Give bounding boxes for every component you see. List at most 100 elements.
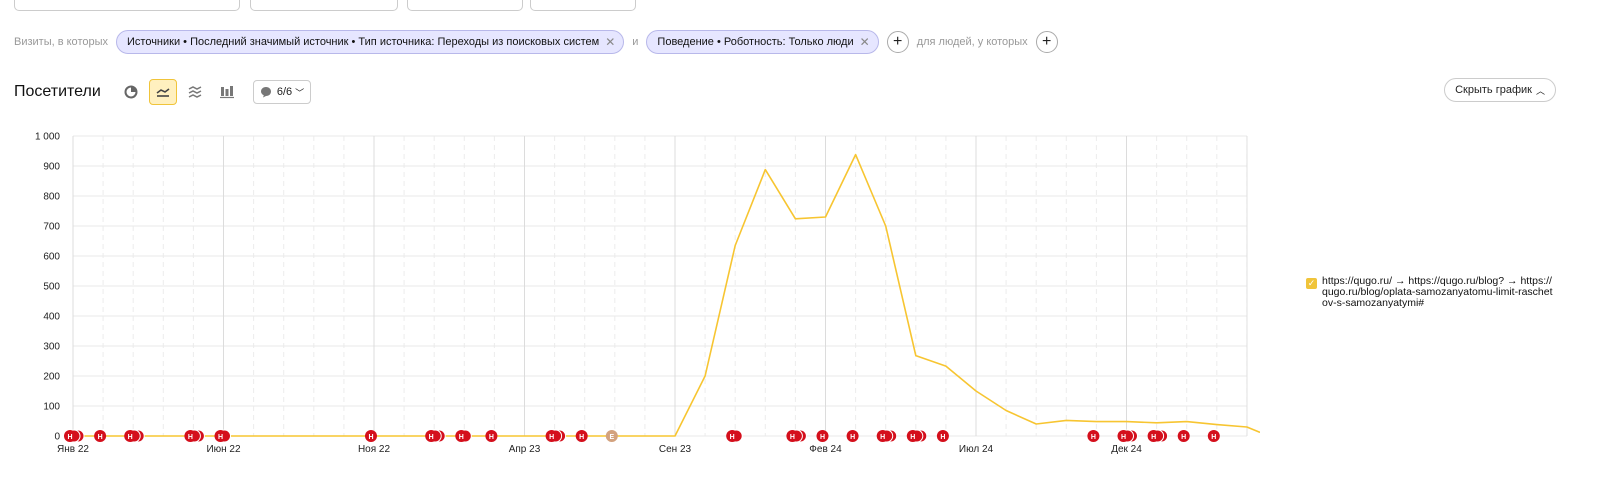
visitors-line-chart: 0 100 200 300 400 500 600 700 800 900 1 000 Янв 22 И… xyxy=(35,132,1260,455)
x-tick-label: Апр 23 xyxy=(509,444,541,455)
annotation-marker-label: Н xyxy=(368,434,373,441)
annotation-marker[interactable]: Н xyxy=(936,430,949,442)
y-tick-label: 400 xyxy=(43,312,60,323)
x-tick-label: Июн 22 xyxy=(206,444,241,455)
annotation-marker-label: Н xyxy=(940,434,945,441)
annotations-count: 6/6 xyxy=(276,86,293,98)
y-tick-label: 900 xyxy=(43,162,60,173)
legend-checkbox[interactable]: ✓ xyxy=(1306,278,1317,289)
add-visit-condition-button[interactable]: + xyxy=(886,31,909,53)
chart-type-bar-button[interactable] xyxy=(213,79,241,105)
y-tick-label: 600 xyxy=(43,252,60,263)
y-tick-label: 700 xyxy=(43,222,60,233)
y-tick-label: 300 xyxy=(43,342,60,353)
close-icon[interactable]: ✕ xyxy=(860,36,870,48)
x-tick-label: Фев 24 xyxy=(809,444,842,455)
annotation-marker[interactable]: Н xyxy=(1147,429,1169,443)
filter-chip-source-label: Источники • Последний значимый источник … xyxy=(127,36,600,48)
annotation-marker-label: Н xyxy=(820,434,825,441)
filter-chip-behavior[interactable]: Поведение • Роботность: Только люди ✕ xyxy=(646,30,879,54)
annotation-marker-label: Н xyxy=(1151,434,1156,441)
y-tick-label: 100 xyxy=(43,402,60,413)
chart-type-pie-button[interactable] xyxy=(117,79,145,105)
pie-chart-icon xyxy=(124,85,138,99)
x-tick-label: Сен 23 xyxy=(659,444,692,455)
annotation-marker-label: Н xyxy=(67,434,72,441)
annotation-marker-label: Н xyxy=(850,434,855,441)
chart-legend: ✓ https://qugo.ru/ → https://qugo.ru/blo… xyxy=(1306,276,1556,309)
annotation-marker-label: Н xyxy=(910,434,915,441)
chart-title: Посетители xyxy=(14,83,101,100)
legend-series-label: https://qugo.ru/ → https://qugo.ru/blog?… xyxy=(1322,275,1553,309)
top-control-2[interactable] xyxy=(250,0,398,11)
annotation-marker-label: Н xyxy=(459,434,464,441)
close-icon[interactable]: ✕ xyxy=(605,36,615,48)
annotation-marker-label: Н xyxy=(429,434,434,441)
annotation-marker-label: Н xyxy=(1211,434,1216,441)
segment-filter-row: Визиты, в которых Источники • Последний … xyxy=(14,29,1058,55)
x-tick-label: Дек 24 xyxy=(1111,444,1142,455)
annotation-marker[interactable]: Е xyxy=(605,430,618,442)
top-control-3[interactable] xyxy=(407,0,523,11)
annotation-marker[interactable]: Н xyxy=(786,429,807,443)
annotation-marker-label: Н xyxy=(218,434,223,441)
annotation-marker[interactable]: Н xyxy=(485,430,498,442)
annotation-marker[interactable]: Н xyxy=(575,430,588,442)
annotation-marker-label: Н xyxy=(1121,434,1126,441)
annotation-marker[interactable]: Н xyxy=(1207,430,1220,442)
filter-chip-behavior-label: Поведение • Роботность: Только люди xyxy=(657,36,854,48)
y-tick-label: 0 xyxy=(54,432,60,443)
people-condition-label: для людей, у которых xyxy=(916,36,1028,48)
y-tick-label: 200 xyxy=(43,372,60,383)
comment-icon xyxy=(260,87,271,98)
annotation-marker-label: Н xyxy=(579,434,584,441)
x-tick-label: Янв 22 xyxy=(57,444,89,455)
filter-prefix: Визиты, в которых xyxy=(14,36,108,48)
annotation-marker[interactable]: Н xyxy=(184,429,205,443)
area-chart-icon xyxy=(188,86,202,98)
y-tick-label: 500 xyxy=(43,282,60,293)
plus-icon: + xyxy=(1042,33,1052,50)
annotation-marker-label: Н xyxy=(790,434,795,441)
annotation-marker[interactable]: Н xyxy=(545,429,567,443)
annotation-marker[interactable]: Н xyxy=(365,430,377,442)
annotation-marker-label: Н xyxy=(549,434,554,441)
annotation-marker[interactable]: Н xyxy=(876,429,898,443)
annotation-marker[interactable]: Н xyxy=(1117,429,1138,443)
annotation-marker-label: Н xyxy=(1091,434,1096,441)
annotation-marker[interactable]: Н xyxy=(94,430,107,442)
annotation-marker[interactable]: Н xyxy=(846,430,859,442)
annotation-marker-label: Н xyxy=(188,434,193,441)
filter-chip-source[interactable]: Источники • Последний значимый источник … xyxy=(116,30,625,54)
chart-toolbar: Посетители 6/6 ﹀ xyxy=(14,78,312,106)
bar-chart-icon xyxy=(219,86,234,99)
annotation-marker[interactable]: Н xyxy=(124,429,145,443)
annotation-marker-label: Н xyxy=(489,434,494,441)
annotation-marker-label: Е xyxy=(609,434,614,441)
y-tick-label: 800 xyxy=(43,192,60,203)
annotation-marker[interactable]: Н xyxy=(425,429,446,443)
x-tick-label: Ноя 22 xyxy=(358,444,391,455)
annotation-marker[interactable]: Н xyxy=(816,430,829,442)
annotation-marker[interactable]: Н xyxy=(906,429,928,443)
annotation-marker[interactable]: Н xyxy=(726,429,743,443)
series-line xyxy=(73,153,1260,437)
add-people-condition-button[interactable]: + xyxy=(1035,31,1058,53)
annotation-marker[interactable]: Н xyxy=(64,429,85,443)
chart-type-line-button[interactable] xyxy=(148,79,177,105)
chart-type-area-button[interactable] xyxy=(181,79,209,105)
annotation-marker[interactable]: Н xyxy=(1177,430,1190,442)
hide-chart-button[interactable]: Скрыть график ︿ xyxy=(1444,78,1556,102)
annotation-marker[interactable]: Н xyxy=(214,429,231,443)
annotation-marker-label: Н xyxy=(1181,434,1186,441)
annotation-marker[interactable]: Н xyxy=(455,429,472,443)
annotations-dropdown[interactable]: 6/6 ﹀ xyxy=(252,80,312,104)
plus-icon: + xyxy=(893,33,903,50)
hide-chart-label: Скрыть график xyxy=(1455,84,1532,96)
y-tick-label: 1 000 xyxy=(35,132,60,143)
line-chart-icon xyxy=(156,88,170,97)
top-control-4[interactable] xyxy=(530,0,636,11)
annotation-marker[interactable]: Н xyxy=(1087,430,1100,442)
annotation-marker-label: Н xyxy=(98,434,103,441)
top-control-1[interactable] xyxy=(14,0,240,11)
